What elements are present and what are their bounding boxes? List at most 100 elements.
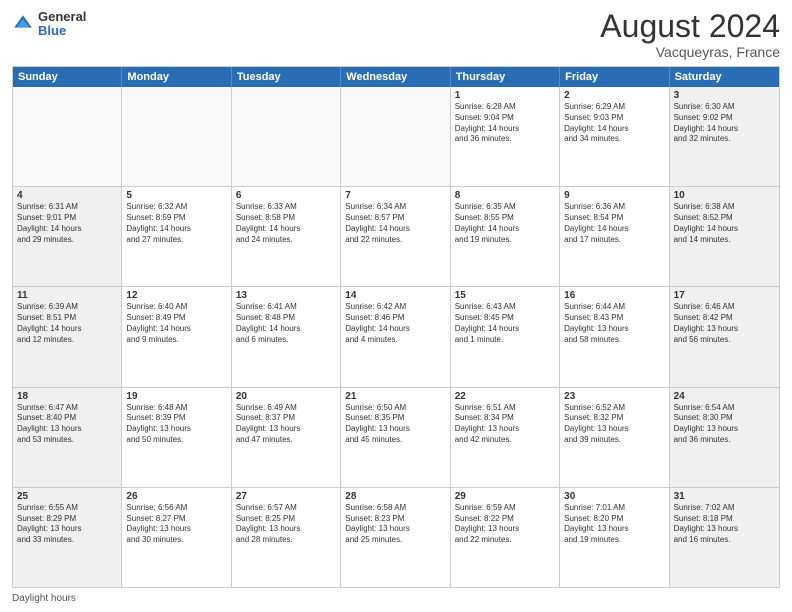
empty-cell	[341, 87, 450, 186]
header-day-sunday: Sunday	[13, 67, 122, 87]
empty-cell	[13, 87, 122, 186]
title-area: August 2024 Vacqueyras, France	[600, 10, 780, 60]
day-number-18: 18	[17, 391, 117, 402]
day-info-2: Sunrise: 6:29 AM Sunset: 9:03 PM Dayligh…	[564, 102, 664, 145]
day-number-22: 22	[455, 391, 555, 402]
day-info-14: Sunrise: 6:42 AM Sunset: 8:46 PM Dayligh…	[345, 302, 445, 345]
day-number-20: 20	[236, 391, 336, 402]
day-info-7: Sunrise: 6:34 AM Sunset: 8:57 PM Dayligh…	[345, 202, 445, 245]
day-cell-7: 7Sunrise: 6:34 AM Sunset: 8:57 PM Daylig…	[341, 187, 450, 286]
day-cell-2: 2Sunrise: 6:29 AM Sunset: 9:03 PM Daylig…	[560, 87, 669, 186]
day-info-25: Sunrise: 6:55 AM Sunset: 8:29 PM Dayligh…	[17, 503, 117, 546]
day-info-5: Sunrise: 6:32 AM Sunset: 8:59 PM Dayligh…	[126, 202, 226, 245]
day-number-24: 24	[674, 391, 775, 402]
day-cell-13: 13Sunrise: 6:41 AM Sunset: 8:48 PM Dayli…	[232, 287, 341, 386]
day-info-13: Sunrise: 6:41 AM Sunset: 8:48 PM Dayligh…	[236, 302, 336, 345]
day-number-28: 28	[345, 491, 445, 502]
day-cell-9: 9Sunrise: 6:36 AM Sunset: 8:54 PM Daylig…	[560, 187, 669, 286]
header-day-thursday: Thursday	[451, 67, 560, 87]
day-cell-26: 26Sunrise: 6:56 AM Sunset: 8:27 PM Dayli…	[122, 488, 231, 587]
day-number-7: 7	[345, 190, 445, 201]
day-cell-6: 6Sunrise: 6:33 AM Sunset: 8:58 PM Daylig…	[232, 187, 341, 286]
day-info-3: Sunrise: 6:30 AM Sunset: 9:02 PM Dayligh…	[674, 102, 775, 145]
day-info-22: Sunrise: 6:51 AM Sunset: 8:34 PM Dayligh…	[455, 403, 555, 446]
calendar: SundayMondayTuesdayWednesdayThursdayFrid…	[12, 66, 780, 588]
empty-cell	[232, 87, 341, 186]
day-cell-21: 21Sunrise: 6:50 AM Sunset: 8:35 PM Dayli…	[341, 388, 450, 487]
calendar-body: 1Sunrise: 6:28 AM Sunset: 9:04 PM Daylig…	[13, 87, 779, 587]
day-number-25: 25	[17, 491, 117, 502]
logo-icon	[12, 13, 34, 35]
day-cell-11: 11Sunrise: 6:39 AM Sunset: 8:51 PM Dayli…	[13, 287, 122, 386]
logo: General Blue	[12, 10, 86, 39]
day-info-28: Sunrise: 6:58 AM Sunset: 8:23 PM Dayligh…	[345, 503, 445, 546]
day-info-20: Sunrise: 6:49 AM Sunset: 8:37 PM Dayligh…	[236, 403, 336, 446]
day-cell-17: 17Sunrise: 6:46 AM Sunset: 8:42 PM Dayli…	[670, 287, 779, 386]
day-number-30: 30	[564, 491, 664, 502]
day-cell-10: 10Sunrise: 6:38 AM Sunset: 8:52 PM Dayli…	[670, 187, 779, 286]
day-cell-30: 30Sunrise: 7:01 AM Sunset: 8:20 PM Dayli…	[560, 488, 669, 587]
day-number-15: 15	[455, 290, 555, 301]
day-number-8: 8	[455, 190, 555, 201]
day-info-16: Sunrise: 6:44 AM Sunset: 8:43 PM Dayligh…	[564, 302, 664, 345]
footer: Daylight hours	[12, 593, 780, 604]
day-info-27: Sunrise: 6:57 AM Sunset: 8:25 PM Dayligh…	[236, 503, 336, 546]
day-number-1: 1	[455, 90, 555, 101]
calendar-row-3: 11Sunrise: 6:39 AM Sunset: 8:51 PM Dayli…	[13, 287, 779, 387]
day-number-21: 21	[345, 391, 445, 402]
calendar-header: SundayMondayTuesdayWednesdayThursdayFrid…	[13, 67, 779, 87]
day-info-19: Sunrise: 6:48 AM Sunset: 8:39 PM Dayligh…	[126, 403, 226, 446]
day-cell-29: 29Sunrise: 6:59 AM Sunset: 8:22 PM Dayli…	[451, 488, 560, 587]
day-cell-28: 28Sunrise: 6:58 AM Sunset: 8:23 PM Dayli…	[341, 488, 450, 587]
day-cell-25: 25Sunrise: 6:55 AM Sunset: 8:29 PM Dayli…	[13, 488, 122, 587]
header-day-monday: Monday	[122, 67, 231, 87]
day-info-23: Sunrise: 6:52 AM Sunset: 8:32 PM Dayligh…	[564, 403, 664, 446]
header: General Blue August 2024 Vacqueyras, Fra…	[12, 10, 780, 60]
day-cell-3: 3Sunrise: 6:30 AM Sunset: 9:02 PM Daylig…	[670, 87, 779, 186]
day-number-16: 16	[564, 290, 664, 301]
day-info-17: Sunrise: 6:46 AM Sunset: 8:42 PM Dayligh…	[674, 302, 775, 345]
day-number-19: 19	[126, 391, 226, 402]
day-cell-19: 19Sunrise: 6:48 AM Sunset: 8:39 PM Dayli…	[122, 388, 231, 487]
day-cell-18: 18Sunrise: 6:47 AM Sunset: 8:40 PM Dayli…	[13, 388, 122, 487]
day-cell-5: 5Sunrise: 6:32 AM Sunset: 8:59 PM Daylig…	[122, 187, 231, 286]
day-number-10: 10	[674, 190, 775, 201]
page: General Blue August 2024 Vacqueyras, Fra…	[0, 0, 792, 612]
day-info-15: Sunrise: 6:43 AM Sunset: 8:45 PM Dayligh…	[455, 302, 555, 345]
location: Vacqueyras, France	[600, 44, 780, 60]
day-cell-1: 1Sunrise: 6:28 AM Sunset: 9:04 PM Daylig…	[451, 87, 560, 186]
day-number-14: 14	[345, 290, 445, 301]
day-cell-24: 24Sunrise: 6:54 AM Sunset: 8:30 PM Dayli…	[670, 388, 779, 487]
day-info-8: Sunrise: 6:35 AM Sunset: 8:55 PM Dayligh…	[455, 202, 555, 245]
day-info-11: Sunrise: 6:39 AM Sunset: 8:51 PM Dayligh…	[17, 302, 117, 345]
day-info-6: Sunrise: 6:33 AM Sunset: 8:58 PM Dayligh…	[236, 202, 336, 245]
calendar-row-4: 18Sunrise: 6:47 AM Sunset: 8:40 PM Dayli…	[13, 388, 779, 488]
day-info-4: Sunrise: 6:31 AM Sunset: 9:01 PM Dayligh…	[17, 202, 117, 245]
day-cell-31: 31Sunrise: 7:02 AM Sunset: 8:18 PM Dayli…	[670, 488, 779, 587]
day-cell-8: 8Sunrise: 6:35 AM Sunset: 8:55 PM Daylig…	[451, 187, 560, 286]
day-number-26: 26	[126, 491, 226, 502]
day-info-12: Sunrise: 6:40 AM Sunset: 8:49 PM Dayligh…	[126, 302, 226, 345]
day-number-27: 27	[236, 491, 336, 502]
header-day-tuesday: Tuesday	[232, 67, 341, 87]
day-info-24: Sunrise: 6:54 AM Sunset: 8:30 PM Dayligh…	[674, 403, 775, 446]
day-cell-27: 27Sunrise: 6:57 AM Sunset: 8:25 PM Dayli…	[232, 488, 341, 587]
day-info-9: Sunrise: 6:36 AM Sunset: 8:54 PM Dayligh…	[564, 202, 664, 245]
logo-text: General Blue	[38, 10, 86, 39]
logo-general: General	[38, 10, 86, 24]
header-day-saturday: Saturday	[670, 67, 779, 87]
day-cell-4: 4Sunrise: 6:31 AM Sunset: 9:01 PM Daylig…	[13, 187, 122, 286]
day-number-9: 9	[564, 190, 664, 201]
day-info-18: Sunrise: 6:47 AM Sunset: 8:40 PM Dayligh…	[17, 403, 117, 446]
header-day-friday: Friday	[560, 67, 669, 87]
day-number-3: 3	[674, 90, 775, 101]
day-number-6: 6	[236, 190, 336, 201]
day-cell-12: 12Sunrise: 6:40 AM Sunset: 8:49 PM Dayli…	[122, 287, 231, 386]
day-cell-15: 15Sunrise: 6:43 AM Sunset: 8:45 PM Dayli…	[451, 287, 560, 386]
day-cell-22: 22Sunrise: 6:51 AM Sunset: 8:34 PM Dayli…	[451, 388, 560, 487]
day-number-5: 5	[126, 190, 226, 201]
day-info-21: Sunrise: 6:50 AM Sunset: 8:35 PM Dayligh…	[345, 403, 445, 446]
calendar-row-2: 4Sunrise: 6:31 AM Sunset: 9:01 PM Daylig…	[13, 187, 779, 287]
day-cell-23: 23Sunrise: 6:52 AM Sunset: 8:32 PM Dayli…	[560, 388, 669, 487]
day-number-13: 13	[236, 290, 336, 301]
